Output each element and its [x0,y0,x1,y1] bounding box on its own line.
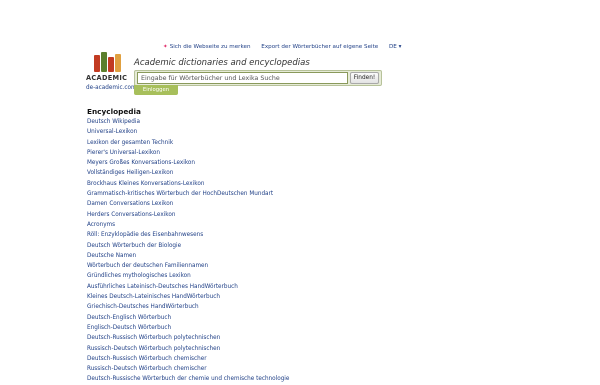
logo-book [108,57,114,72]
login-button[interactable]: Einloggen [134,85,178,95]
list-item[interactable]: Lexikon der gesamten Technik [87,138,289,148]
list-item[interactable]: Deutsch-Englisch Wörterbuch [87,313,289,323]
list-item[interactable]: Meyers Großes Konversations-Lexikon [87,158,289,168]
list-item[interactable]: Kleines Deutsch-Lateinisches HandWörterb… [87,292,289,302]
list-item[interactable]: Deutsch-Russische Wörterbuch der chemie … [87,374,289,384]
logo-book [115,54,121,72]
list-item[interactable]: Russisch-Deutsch Wörterbuch polytechnisc… [87,344,289,354]
search-input[interactable] [137,72,348,84]
list-item[interactable]: Röll: Enzyklopädie des Eisenbahnwesens [87,230,289,240]
list-item[interactable]: Pierer's Universal-Lexikon [87,148,289,158]
list-item[interactable]: Deutsch Wörterbuch der Biologie [87,241,289,251]
site-domain-link[interactable]: de-academic.com [86,85,137,91]
books-logo-icon [91,52,121,72]
site-logo[interactable]: ACADEMIC de-academic.com [86,52,137,91]
list-item[interactable]: Ausführliches Lateinisch-Deutsches HandW… [87,282,289,292]
star-icon: ✦ [163,44,168,50]
logo-book [94,55,100,72]
find-button[interactable]: Finden! [350,72,379,84]
list-item[interactable]: Gründliches mythologisches Lexikon [87,271,289,281]
search-bar: Finden! [134,70,382,86]
list-item[interactable]: Brockhaus Kleines Konversations-Lexikon [87,179,289,189]
list-item[interactable]: Herders Conversations-Lexikon [87,210,289,220]
list-item[interactable]: Englisch-Deutsch Wörterbuch [87,323,289,333]
chevron-down-icon: ▾ [398,44,402,50]
list-item[interactable]: Universal-Lexikon [87,127,289,137]
list-item[interactable]: Griechisch-Deutsches HandWörterbuch [87,302,289,312]
list-item[interactable]: Wörterbuch der deutschen Familiennamen [87,261,289,271]
list-item[interactable]: Vollständiges Heiligen-Lexikon [87,168,289,178]
language-label: DE [389,44,397,50]
list-item[interactable]: Damen Conversations Lexikon [87,199,289,209]
list-item[interactable]: Russisch-Deutsch Wörterbuch chemischer [87,364,289,374]
list-item[interactable]: Acronyms [87,220,289,230]
list-item[interactable]: Grammatisch-kritisches Wörterbuch der Ho… [87,189,289,199]
list-item[interactable]: Deutsch-Russisch Wörterbuch polytechnisc… [87,333,289,343]
logo-brand-text: ACADEMIC [86,74,128,82]
section-title: Encyclopedia [87,107,141,116]
list-item[interactable]: Deutsch Wikipedia [87,117,289,127]
list-item[interactable]: Deutsche Namen [87,251,289,261]
list-item[interactable]: Deutsch-Russisch Wörterbuch chemischer [87,354,289,364]
encyclopedia-list: Deutsch Wikipedia Universal-Lexikon Lexi… [87,117,289,385]
site-tagline: Academic dictionaries and encyclopedias [134,58,310,68]
export-link[interactable]: Export der Wörterbücher auf eigene Seite [261,44,378,50]
logo-book [101,52,107,72]
top-links-bar: ✦ Sich die Webseite zu merken Export der … [163,44,401,50]
bookmark-link[interactable]: Sich die Webseite zu merken [170,44,251,50]
language-select[interactable]: DE ▾ [389,44,401,50]
